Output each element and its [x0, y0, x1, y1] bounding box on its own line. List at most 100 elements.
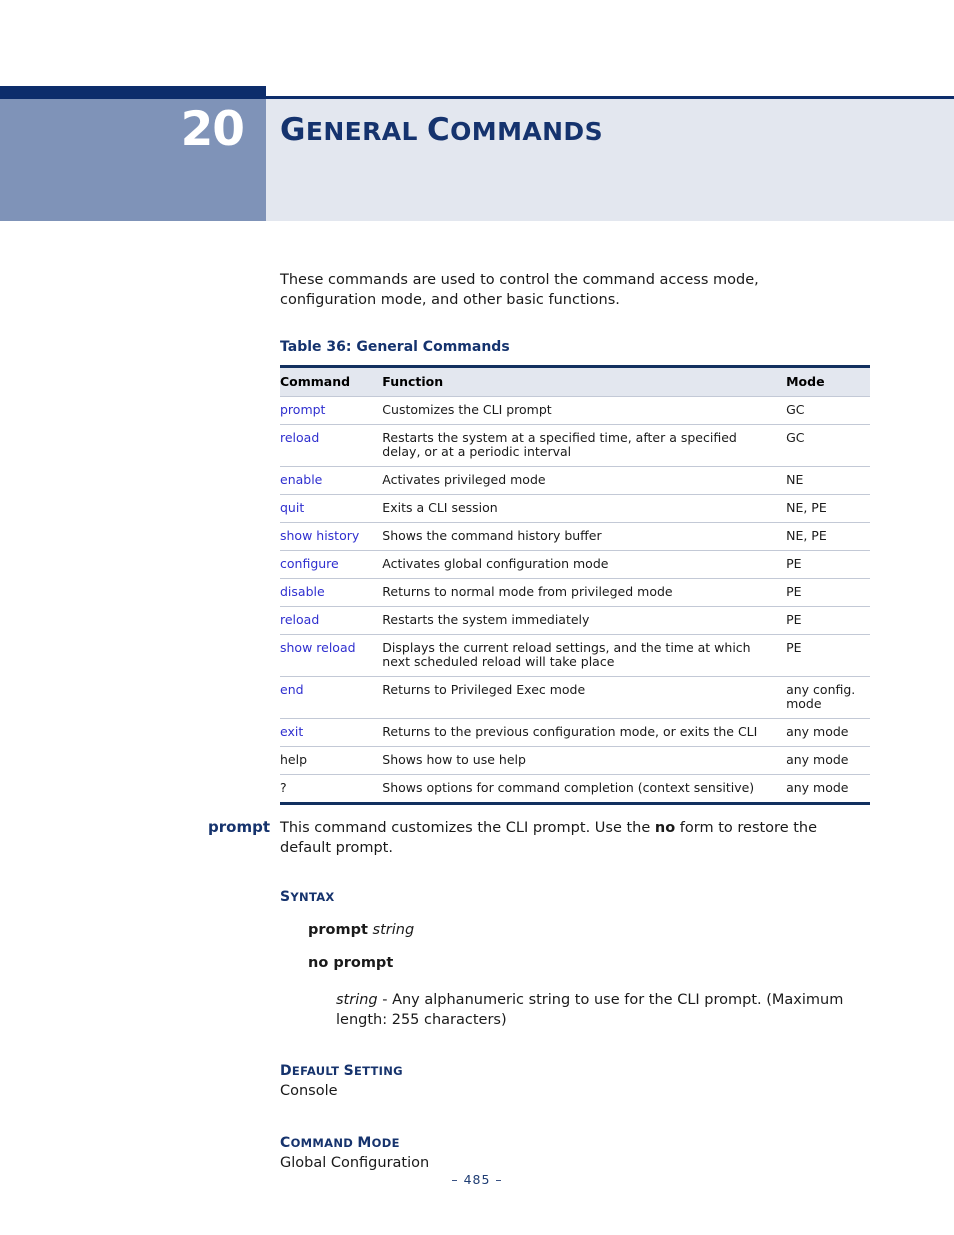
command-mode-heading-cap2: M: [357, 1135, 372, 1151]
table-header: Command Function Mode: [280, 366, 870, 397]
command-link[interactable]: enable: [280, 472, 322, 487]
page-footer: – 485 –: [451, 1172, 503, 1187]
default-setting-heading-cap2: S: [343, 1063, 354, 1079]
table-caption: Table 36: General Commands: [280, 339, 510, 355]
chapter-number: 20: [180, 102, 245, 157]
command-label: ?: [280, 780, 287, 795]
table-cell-mode: any mode: [786, 746, 870, 775]
command-mode-heading-rest2: ODE: [371, 1136, 400, 1150]
table-cell-mode: any mode: [786, 774, 870, 804]
chapter-title: GENERAL COMMANDS: [280, 112, 603, 148]
command-label: help: [280, 752, 308, 767]
table-cell-command[interactable]: disable: [280, 578, 383, 607]
command-description-before: This command customizes the CLI prompt. …: [280, 820, 655, 836]
table-row: ? Shows options for command completion (c…: [280, 774, 870, 804]
chapter-title-word2-cap: C: [426, 112, 451, 148]
chapter-title-word1-rest: ENERAL: [305, 117, 418, 146]
syntax-heading-cap: S: [280, 889, 291, 905]
command-link[interactable]: end: [280, 682, 304, 697]
table-cell-command[interactable]: show reload: [280, 634, 383, 677]
table-cell-command: help: [280, 746, 383, 775]
table-cell-command[interactable]: prompt: [280, 396, 383, 425]
page-content: These commands are used to control the c…: [280, 270, 880, 805]
parameter-name: string: [336, 992, 378, 1008]
command-body: This command customizes the CLI prompt. …: [280, 818, 880, 1173]
table-row: reload Restarts the system immediately PE: [280, 606, 870, 635]
table-cell-command[interactable]: configure: [280, 550, 383, 579]
table-header-function: Function: [382, 366, 787, 397]
syntax-heading-rest: YNTAX: [290, 890, 335, 904]
table-cell-mode: PE: [786, 550, 870, 579]
table-cell-function: Shows how to use help: [382, 746, 787, 775]
command-link[interactable]: disable: [280, 584, 325, 599]
general-commands-table: Command Function Mode prompt Customizes t…: [280, 365, 870, 805]
table-cell-command: ?: [280, 774, 383, 804]
table-row: show history Shows the command history bu…: [280, 522, 870, 551]
default-setting-heading: DEFAULT SETTING: [280, 1060, 880, 1079]
command-link[interactable]: configure: [280, 556, 339, 571]
table-cell-mode: PE: [786, 634, 870, 677]
default-setting-heading-rest1: EFAULT: [291, 1064, 344, 1078]
table-cell-function: Restarts the system immediately: [382, 606, 787, 635]
parameter-text: - Any alphanumeric string to use for the…: [336, 992, 844, 1028]
table-cell-mode: NE: [786, 466, 870, 495]
table-cell-mode: PE: [786, 578, 870, 607]
table-cell-command[interactable]: reload: [280, 606, 383, 635]
syntax-line-1-param: string: [372, 922, 415, 938]
table-cell-command[interactable]: enable: [280, 466, 383, 495]
table-row: exit Returns to the previous configuratio…: [280, 718, 870, 747]
chapter-header: 20 GENERAL COMMANDS: [0, 86, 954, 221]
table-row: quit Exits a CLI session NE, PE: [280, 494, 870, 523]
command-link[interactable]: exit: [280, 724, 303, 739]
table-body: prompt Customizes the CLI prompt GC reload R…: [280, 396, 870, 804]
command-link[interactable]: show history: [280, 528, 359, 543]
parameter-description: string - Any alphanumeric string to use …: [336, 990, 856, 1030]
table-header-mode: Mode: [786, 366, 870, 397]
table-cell-function: Shows the command history buffer: [382, 522, 787, 551]
command-link[interactable]: reload: [280, 430, 319, 445]
table-row: prompt Customizes the CLI prompt GC: [280, 396, 870, 425]
table-cell-command[interactable]: end: [280, 676, 383, 719]
table-cell-mode: any mode: [786, 718, 870, 747]
table-cell-function: Activates global configuration mode: [382, 550, 787, 579]
table-row: reload Restarts the system at a specified…: [280, 424, 870, 467]
syntax-line-1-command: prompt: [308, 922, 368, 938]
table-cell-mode: any config. mode: [786, 676, 870, 719]
syntax-line-1: prompt string: [308, 922, 880, 938]
command-name-heading: prompt: [208, 818, 270, 836]
command-link[interactable]: prompt: [280, 402, 325, 417]
command-mode-heading-cap1: C: [280, 1135, 291, 1151]
table-row: enable Activates privileged mode NE: [280, 466, 870, 495]
table-header-command: Command: [280, 366, 383, 397]
table-cell-mode: GC: [786, 396, 870, 425]
table-cell-function: Activates privileged mode: [382, 466, 787, 495]
table-cell-command[interactable]: exit: [280, 718, 383, 747]
table-cell-function: Returns to normal mode from privileged m…: [382, 578, 787, 607]
table-cell-function: Displays the current reload settings, an…: [382, 634, 787, 677]
table-row: configure Activates global configuration …: [280, 550, 870, 579]
table-cell-function: Returns to the previous configuration mo…: [382, 718, 787, 747]
table-cell-command[interactable]: reload: [280, 424, 383, 467]
command-mode-heading: COMMAND MODE: [280, 1132, 880, 1151]
command-mode-value: Global Configuration: [280, 1155, 430, 1171]
table-cell-mode: PE: [786, 606, 870, 635]
table-cell-function: Exits a CLI session: [382, 494, 787, 523]
table-cell-mode: GC: [786, 424, 870, 467]
command-description: This command customizes the CLI prompt. …: [280, 818, 868, 858]
table-cell-command[interactable]: quit: [280, 494, 383, 523]
syntax-line-2: no prompt: [308, 955, 880, 971]
table-cell-function: Returns to Privileged Exec mode: [382, 676, 787, 719]
table-cell-function: Restarts the system at a specified time,…: [382, 424, 787, 467]
command-link[interactable]: quit: [280, 500, 304, 515]
chapter-title-word1-cap: G: [280, 112, 306, 148]
command-description-bold: no: [654, 820, 676, 836]
command-link[interactable]: reload: [280, 612, 319, 627]
header-navy-bar: [0, 86, 266, 99]
table-cell-command[interactable]: show history: [280, 522, 383, 551]
table-header-row: Command Function Mode: [280, 366, 870, 397]
command-link[interactable]: show reload: [280, 640, 356, 655]
command-mode-heading-rest1: OMMAND: [290, 1136, 358, 1150]
default-setting-heading-cap1: D: [280, 1063, 292, 1079]
table-row: disable Returns to normal mode from privi…: [280, 578, 870, 607]
table-cell-mode: NE, PE: [786, 522, 870, 551]
